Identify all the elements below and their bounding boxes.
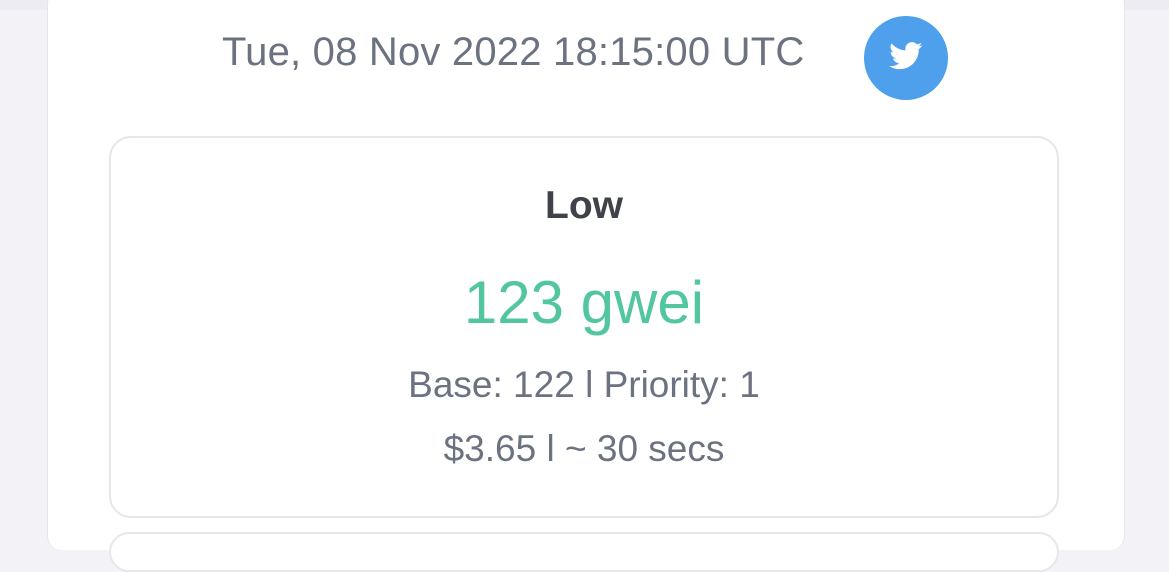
gas-tier-card-next: [109, 532, 1059, 572]
fee-breakdown-text: Base: 122 l Priority: 1: [408, 364, 760, 405]
twitter-share-button[interactable]: [864, 16, 948, 100]
cost-time-text: $3.65 l ~ 30 secs: [443, 428, 725, 469]
gas-price-value: 123 gwei: [463, 269, 705, 336]
twitter-icon: [889, 41, 923, 75]
tier-label: Low: [545, 184, 623, 227]
timestamp-text: Tue, 08 Nov 2022 18:15:00 UTC: [222, 30, 805, 74]
gas-tier-card-low: Low 123 gwei Base: 122 l Priority: 1 $3.…: [109, 136, 1059, 518]
